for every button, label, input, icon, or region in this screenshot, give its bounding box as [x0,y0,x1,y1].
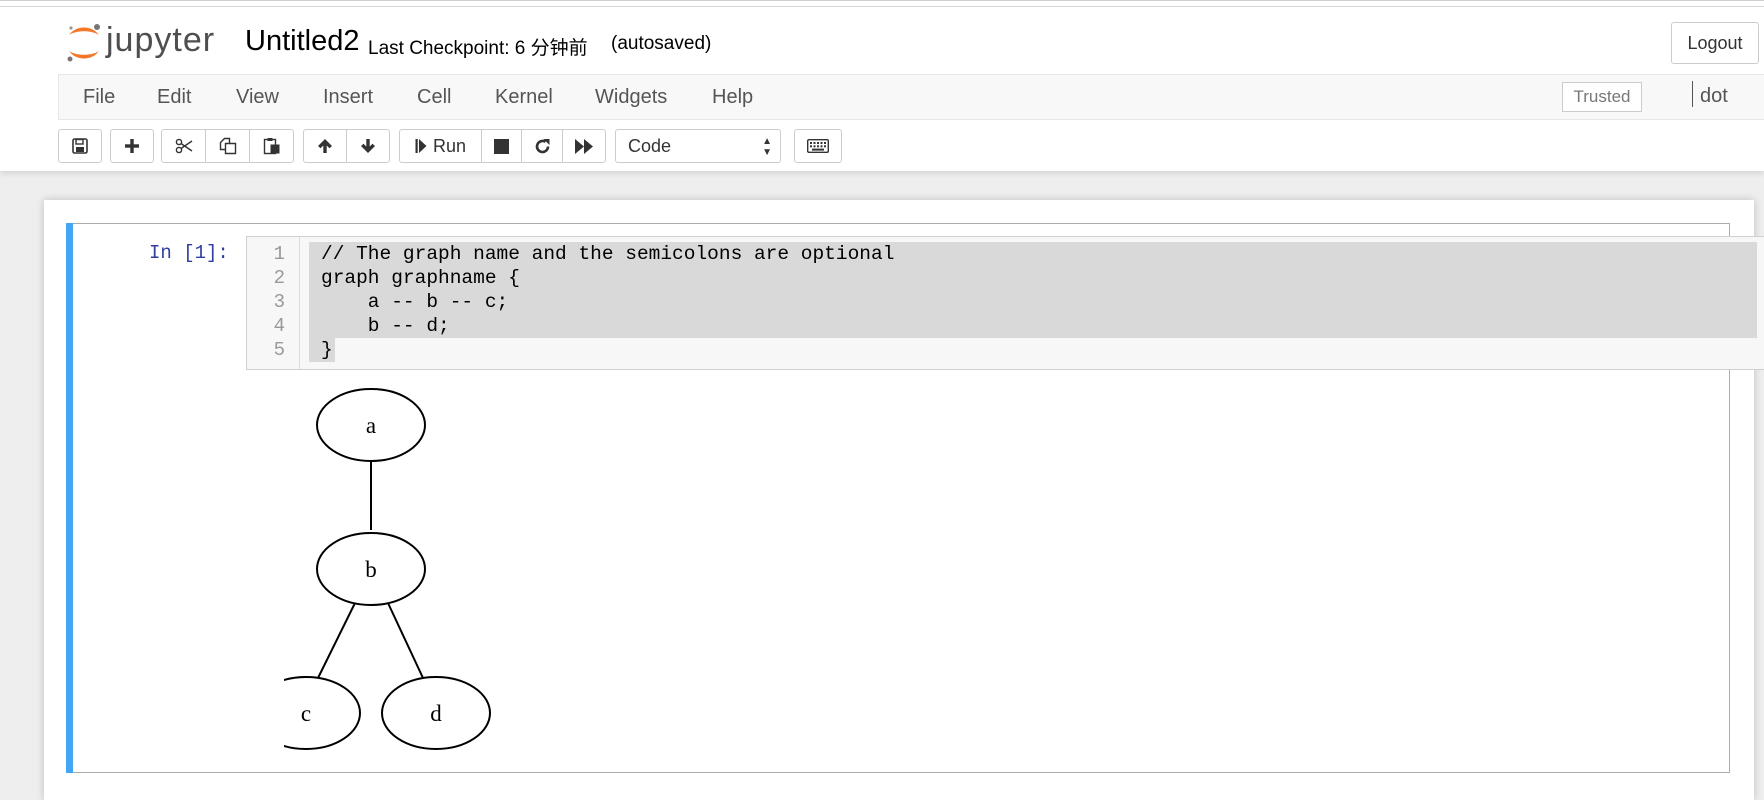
move-group [303,129,390,163]
cell-selection-bar [66,223,73,773]
menu-insert[interactable]: Insert [323,86,373,109]
stop-icon [494,138,509,154]
line-number: 5 [273,339,285,361]
move-up-button[interactable] [303,129,347,163]
copy-button[interactable] [205,129,250,163]
menu-edit[interactable]: Edit [157,86,191,109]
step-forward-icon [415,139,427,153]
save-group [58,129,102,163]
menu-widgets[interactable]: Widgets [595,86,667,109]
copy-icon [219,137,236,155]
line-number: 2 [273,267,285,289]
menu-cell[interactable]: Cell [417,86,451,109]
line-number: 3 [273,291,285,313]
notebook-name[interactable]: Untitled2 [245,25,359,58]
line-number: 1 [273,243,285,265]
paste-icon [263,138,279,155]
restart-run-all-button[interactable] [562,129,606,163]
header: jupyter Untitled2 Last Checkpoint: 6 分钟前… [0,0,1764,171]
menubar: File Edit View Insert Cell Kernel Widget… [58,74,1764,120]
notebook-container: In [1]: 1 2 3 4 5 // The graph name and … [44,200,1764,800]
move-down-button[interactable] [346,129,390,163]
cell-type-value: Code [628,136,672,156]
graph-node-c [284,676,361,750]
run-label: Run [432,135,467,156]
line-number: 4 [273,315,285,337]
menu-file[interactable]: File [83,86,115,109]
fast-forward-icon [575,138,593,154]
run-button[interactable]: Run [399,129,482,163]
graph-output: a b c d [284,388,491,750]
cut-button[interactable] [161,129,206,163]
logout-button[interactable]: Logout [1671,22,1759,64]
logo-text: jupyter [106,21,216,59]
code-line: } [321,339,333,361]
code-line: // The graph name and the semicolons are… [321,243,895,265]
checkpoint-status: Last Checkpoint: 6 分钟前 [368,38,588,59]
menu-help[interactable]: Help [712,86,753,109]
menu-view[interactable]: View [236,86,279,109]
interrupt-button[interactable] [481,129,522,163]
select-arrows-icon: ▲ ▼ [762,136,772,158]
insert-group [110,129,154,163]
code-line: a -- b -- c; [321,291,509,313]
graph-edge-b-d [387,602,424,679]
autosave-status: (autosaved) [611,33,712,54]
save-icon [72,138,88,154]
graph-node-label: a [366,413,376,438]
keyboard-icon [807,139,829,153]
input-prompt: In [1]: [149,242,229,264]
arrow-down-icon [361,139,375,153]
header-top: jupyter Untitled2 Last Checkpoint: 6 分钟前… [0,6,1764,75]
jupyter-logo[interactable]: jupyter [64,21,234,65]
jupyter-logo-icon [67,24,100,62]
toolbar: Run Code ▲ ▼ [0,125,1764,167]
scissors-icon [175,138,192,154]
menu-kernel[interactable]: Kernel [495,86,553,109]
code-line: b -- d; [321,315,450,337]
code-editor[interactable]: 1 2 3 4 5 // The graph name and the semi… [246,236,1764,370]
kernel-name: dot [1700,85,1728,107]
insert-cell-button[interactable] [110,129,154,163]
restart-icon [535,138,549,153]
paste-button[interactable] [249,129,294,163]
kernel-separator [1692,81,1693,107]
code-line: graph graphname { [321,267,520,289]
cell-type-select[interactable]: Code ▲ ▼ [615,129,781,163]
arrow-up-icon [318,139,332,153]
keyboard-group [794,129,842,163]
command-palette-button[interactable] [794,129,842,163]
run-group: Run [399,129,606,163]
trusted-indicator[interactable]: Trusted [1562,82,1642,112]
restart-button[interactable] [521,129,563,163]
line-number-gutter: 1 2 3 4 5 [247,237,300,369]
graph-node-label: d [430,701,442,726]
plus-icon [125,139,139,153]
graph-edge-b-c [317,602,356,679]
graph-node-label: b [365,557,377,582]
clipboard-group [161,129,294,163]
graph-node-label: c [301,701,311,726]
save-button[interactable] [58,129,102,163]
